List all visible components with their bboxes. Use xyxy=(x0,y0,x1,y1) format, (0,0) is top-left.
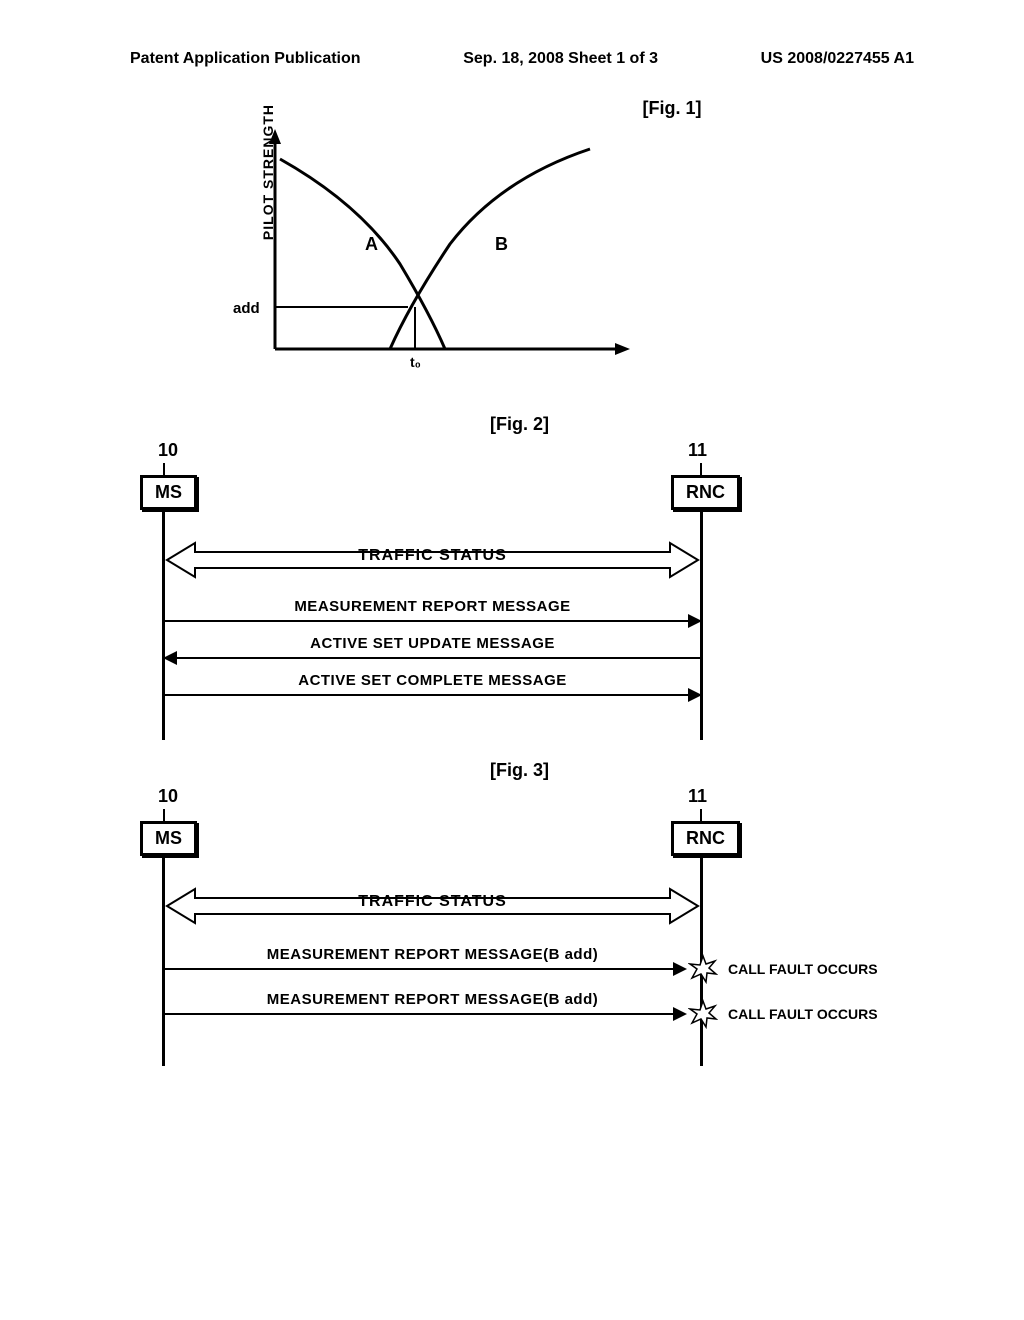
msg1-line xyxy=(165,968,685,970)
msg2-text: ACTIVE SET UPDATE MESSAGE xyxy=(165,635,700,652)
header-left: Patent Application Publication xyxy=(130,50,361,68)
fig2-right-num: 11 xyxy=(688,440,707,461)
fig3-left-num: 10 xyxy=(158,786,178,807)
page-header: Patent Application Publication Sep. 18, … xyxy=(0,0,1024,78)
traffic-text: TRAFFIC STATUS xyxy=(165,547,700,565)
rnc-box: RNC xyxy=(671,475,740,510)
fault1-text: CALL FAULT OCCURS xyxy=(728,961,878,977)
msg3-line xyxy=(165,694,700,696)
rnc-box: RNC xyxy=(671,821,740,856)
tick xyxy=(700,463,702,475)
add-label: add xyxy=(233,300,260,317)
traffic-status-arrow: TRAFFIC STATUS xyxy=(165,535,700,590)
fig1-svg xyxy=(220,124,640,384)
curve-a-label: A xyxy=(365,234,378,255)
fig2-label: [Fig. 2] xyxy=(130,414,894,435)
msg2-line xyxy=(165,657,700,659)
tick xyxy=(163,463,165,475)
msg1-line xyxy=(165,620,700,622)
curve-b-label: B xyxy=(495,234,508,255)
ms-box: MS xyxy=(140,475,197,510)
ms-box: MS xyxy=(140,821,197,856)
traffic-status-arrow: TRAFFIC STATUS xyxy=(165,881,700,936)
traffic-text: TRAFFIC STATUS xyxy=(165,893,700,911)
msg1-text: MEASUREMENT REPORT MESSAGE(B add) xyxy=(165,946,700,963)
msg2-line xyxy=(165,1013,685,1015)
fig2-left-num: 10 xyxy=(158,440,178,461)
msg1-text: MEASUREMENT REPORT MESSAGE xyxy=(165,598,700,615)
fig1-label: [Fig. 1] xyxy=(130,98,894,119)
fig1-graph: PILOT STRENGTH add A B t₀ xyxy=(220,124,640,394)
header-center: Sep. 18, 2008 Sheet 1 of 3 xyxy=(463,50,658,68)
fig2-diagram: 10 11 MS RNC TRAFFIC STATUS MEASUREMENT … xyxy=(130,440,880,740)
fig3-label: [Fig. 3] xyxy=(130,760,894,781)
tick xyxy=(700,809,702,821)
fig3-right-num: 11 xyxy=(688,786,707,807)
fault2-text: CALL FAULT OCCURS xyxy=(728,1006,878,1022)
tick xyxy=(163,809,165,821)
y-axis-label: PILOT STRENGTH xyxy=(260,104,276,240)
figures-container: [Fig. 1] PILOT STRENGTH add A B t₀ [Fig.… xyxy=(0,78,1024,1066)
fault-star-icon xyxy=(688,999,718,1029)
header-right: US 2008/0227455 A1 xyxy=(761,50,914,68)
msg2-text: MEASUREMENT REPORT MESSAGE(B add) xyxy=(165,991,700,1008)
msg3-text: ACTIVE SET COMPLETE MESSAGE xyxy=(165,672,700,689)
fig3-diagram: 10 11 MS RNC TRAFFIC STATUS MEASUREMENT … xyxy=(130,786,880,1066)
fault-star-icon xyxy=(688,954,718,984)
t0-label: t₀ xyxy=(410,354,421,370)
